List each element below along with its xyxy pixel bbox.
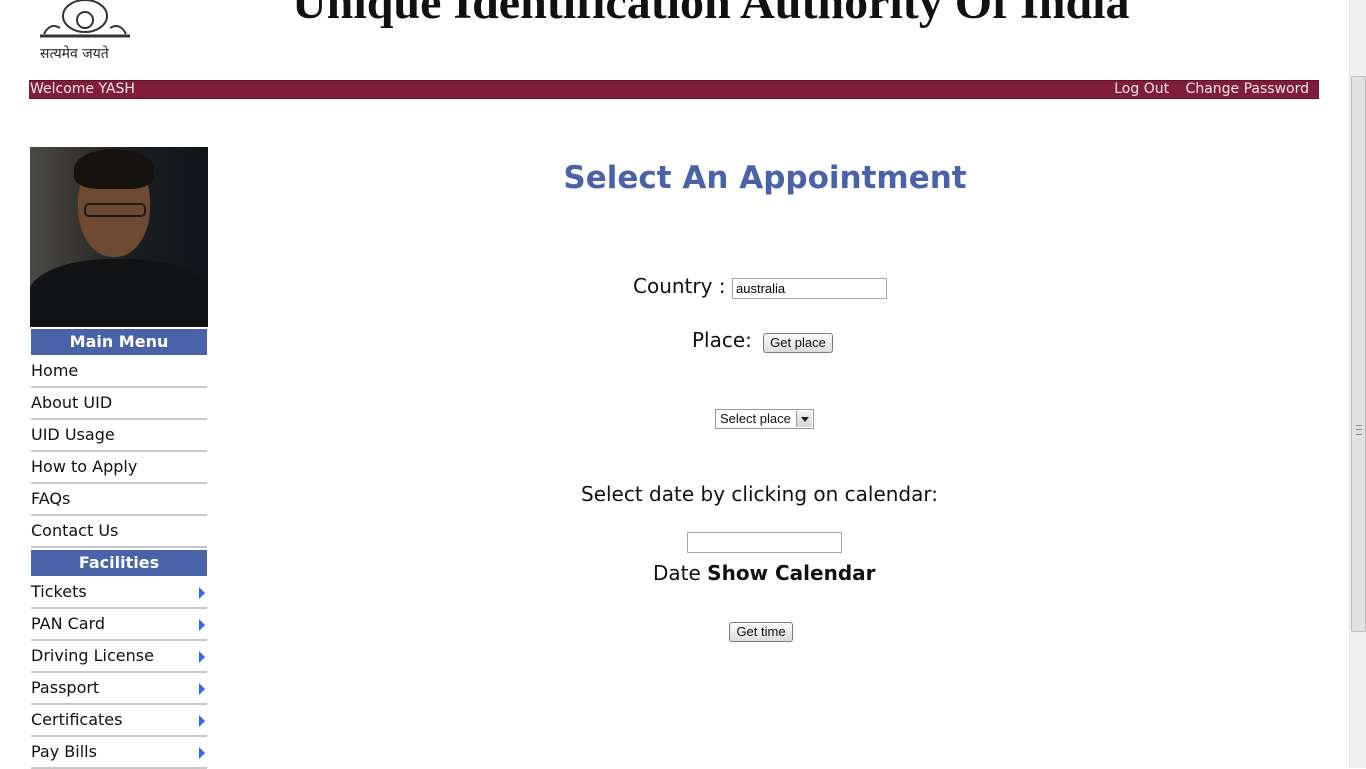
menu-item-home[interactable]: Home	[31, 358, 207, 388]
arrow-right-icon	[199, 619, 205, 631]
date-row: Date Show Calendar	[653, 561, 876, 585]
arrow-right-icon	[199, 683, 205, 695]
menu-item-driving-license[interactable]: Driving License	[31, 643, 207, 673]
menu-item-label: How to Apply	[31, 457, 138, 476]
welcome-message: Welcome YASH	[30, 81, 135, 97]
site-title: Unique Identification Authority Of India	[292, 0, 1130, 29]
menu-item-about-uid[interactable]: About UID	[31, 390, 207, 420]
scrollbar-thumb[interactable]	[1351, 76, 1366, 632]
menu-item-faqs[interactable]: FAQs	[31, 486, 207, 516]
page-scrollbar[interactable]	[1349, 0, 1366, 768]
emblem-motto: सत्यमेव जयते	[40, 46, 109, 62]
menu-item-label: About UID	[31, 393, 113, 412]
place-label: Place:	[692, 328, 752, 352]
menu-item-pan-card[interactable]: PAN Card	[31, 611, 207, 641]
menu-item-pay-bills[interactable]: Pay Bills	[31, 739, 207, 769]
menu-item-label: Pay Bills	[31, 742, 97, 761]
date-instruction: Select date by clicking on calendar:	[581, 482, 938, 506]
user-photo	[30, 147, 208, 327]
menu-item-tickets[interactable]: Tickets	[31, 579, 207, 609]
menu-item-label: Driving License	[31, 646, 154, 665]
arrow-right-icon	[199, 715, 205, 727]
menu-item-label: PAN Card	[31, 614, 106, 633]
change-password-link[interactable]: Change Password	[1186, 81, 1309, 97]
page-title: Select An Appointment	[563, 160, 967, 196]
top-navigation-bar: Welcome YASH Log Out Change Password	[29, 80, 1319, 99]
date-label: Date	[653, 561, 701, 585]
get-place-button[interactable]: Get place	[763, 333, 833, 353]
country-label: Country :	[633, 274, 726, 298]
country-input[interactable]	[732, 278, 887, 299]
account-links: Log Out Change Password	[1102, 81, 1309, 98]
menu-item-label: Tickets	[31, 582, 87, 601]
logout-link[interactable]: Log Out	[1114, 81, 1169, 97]
menu-item-label: Contact Us	[31, 521, 119, 540]
menu-item-label: FAQs	[31, 489, 71, 508]
menu-item-label: Home	[31, 361, 79, 380]
facilities-menu-header: Facilities	[31, 550, 207, 576]
date-input[interactable]	[687, 532, 842, 553]
arrow-right-icon	[199, 651, 205, 663]
place-select[interactable]: Select place	[715, 409, 814, 429]
main-menu-header: Main Menu	[31, 329, 207, 355]
menu-item-label: Passport	[31, 678, 100, 697]
arrow-right-icon	[199, 587, 205, 599]
menu-item-how-to-apply[interactable]: How to Apply	[31, 454, 207, 484]
show-calendar-link[interactable]: Show Calendar	[707, 561, 875, 585]
menu-item-uid-usage[interactable]: UID Usage	[31, 422, 207, 452]
menu-item-label: Certificates	[31, 710, 123, 729]
menu-item-label: UID Usage	[31, 425, 115, 444]
chevron-down-icon	[796, 411, 812, 427]
menu-item-contact-us[interactable]: Contact Us	[31, 518, 207, 548]
menu-item-passport[interactable]: Passport	[31, 675, 207, 705]
grip-icon	[1356, 425, 1362, 435]
menu-item-certificates[interactable]: Certificates	[31, 707, 207, 737]
get-time-button[interactable]: Get time	[729, 622, 793, 642]
place-select-value: Select place	[720, 411, 791, 426]
arrow-right-icon	[199, 747, 205, 759]
